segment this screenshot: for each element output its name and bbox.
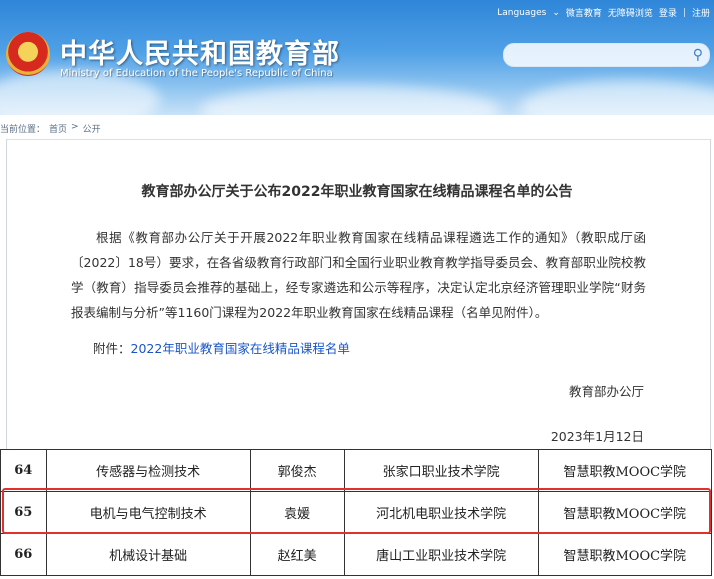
login-link[interactable]: 登录: [659, 6, 677, 19]
school-name: 河北机电职业技术学院: [343, 491, 539, 534]
chevron-down-icon: ⌄: [552, 7, 560, 18]
school-name: 张家口职业技术学院: [343, 449, 539, 492]
course-lead: 郭俊杰: [249, 449, 345, 492]
course-name: 电机与电气控制技术: [45, 491, 251, 534]
platform-name: 智慧职教MOOC学院: [537, 533, 713, 576]
search-icon[interactable]: ⚲: [693, 47, 703, 63]
row-number: 64: [0, 449, 47, 492]
table-row: 64 传感器与检测技术 郭俊杰 张家口职业技术学院 智慧职教MOOC学院: [0, 449, 713, 492]
row-number: 66: [0, 533, 47, 576]
register-link[interactable]: 注册: [692, 6, 710, 19]
attachment-line: 附件：2022年职业教育国家在线精品课程名单: [93, 338, 350, 357]
weiyan-link[interactable]: 微言教育: [566, 6, 602, 19]
row-number: 65: [0, 491, 47, 534]
national-emblem-icon: [6, 32, 50, 76]
attachment-link[interactable]: 2022年职业教育国家在线精品课程名单: [131, 341, 350, 356]
cloud-decoration: [200, 85, 500, 115]
cloud-decoration: [520, 80, 714, 115]
breadcrumb: 当前位置： 首页 > 公开: [0, 122, 101, 135]
article-title: 教育部办公厅关于公布2022年职业教育国家在线精品课程名单的公告: [141, 184, 573, 200]
platform-name: 智慧职教MOOC学院: [537, 491, 713, 534]
signature: 教育部办公厅: [568, 384, 644, 399]
breadcrumb-separator: >: [71, 122, 79, 132]
course-name: 机械设计基础: [45, 533, 251, 576]
article-body: 根据《教育部办公厅关于开展2022年职业教育国家在线精品课程遴选工作的通知》（教…: [71, 230, 646, 320]
school-name: 唐山工业职业技术学院: [343, 533, 539, 576]
site-header: Languages ⌄ 微言教育 无障碍浏览 登录 | 注册 中华人民共和国教育…: [0, 0, 714, 115]
course-name: 传感器与检测技术: [45, 449, 251, 492]
course-table: 64 传感器与检测技术 郭俊杰 张家口职业技术学院 智慧职教MOOC学院 65 …: [0, 449, 713, 576]
accessibility-link[interactable]: 无障碍浏览: [608, 6, 653, 19]
publish-date: 2023年1月12日: [550, 429, 644, 444]
breadcrumb-current[interactable]: 公开: [83, 122, 101, 135]
breadcrumb-home[interactable]: 首页: [49, 122, 67, 135]
course-lead: 袁媛: [249, 491, 345, 534]
table-row: 65 电机与电气控制技术 袁媛 河北机电职业技术学院 智慧职教MOOC学院: [0, 491, 713, 534]
table-row: 66 机械设计基础 赵红美 唐山工业职业技术学院 智慧职教MOOC学院: [0, 533, 713, 576]
top-nav: Languages ⌄ 微言教育 无障碍浏览 登录 | 注册: [497, 6, 710, 20]
course-lead: 赵红美: [249, 533, 345, 576]
breadcrumb-prefix: 当前位置：: [0, 125, 46, 135]
divider: |: [682, 7, 686, 18]
site-subtitle: Ministry of Education of the People's Re…: [60, 68, 333, 79]
platform-name: 智慧职教MOOC学院: [537, 449, 713, 492]
languages-link[interactable]: Languages: [497, 8, 546, 18]
attachment-label: 附件：: [93, 341, 131, 356]
site-title: 中华人民共和国教育部: [60, 39, 340, 70]
search-box[interactable]: ⚲: [503, 43, 710, 67]
